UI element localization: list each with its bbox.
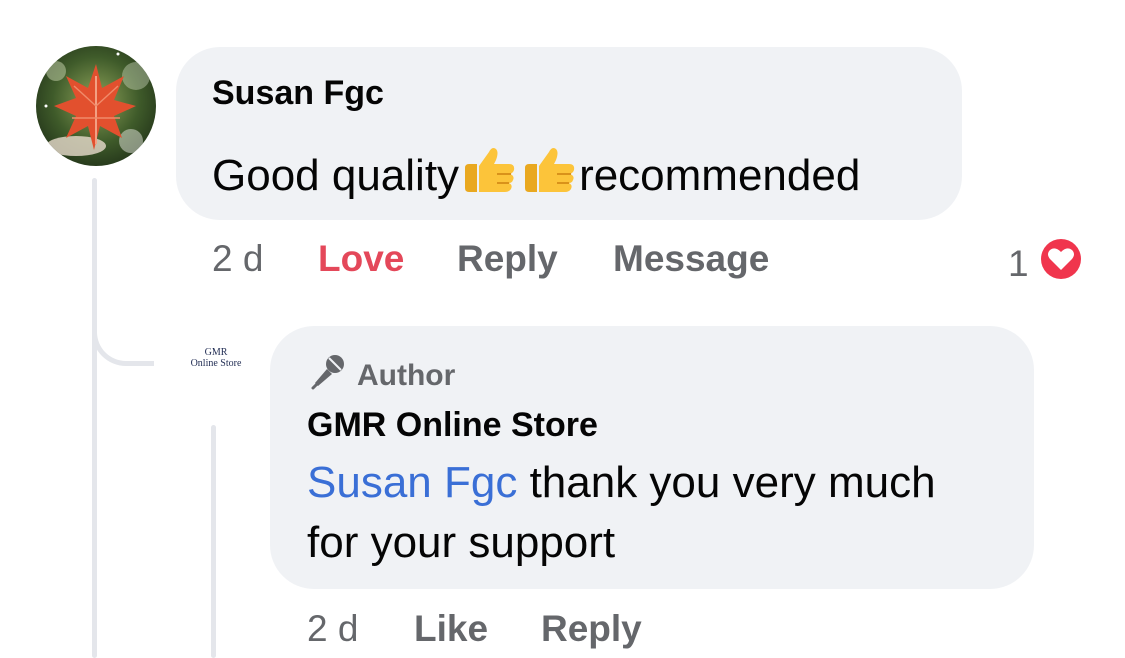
author-badge: Author [307, 352, 455, 400]
like-button[interactable]: Like [414, 608, 488, 650]
heart-icon [1037, 235, 1085, 292]
comment-timestamp[interactable]: 2 d [212, 238, 263, 280]
avatar[interactable] [36, 46, 156, 166]
reaction-count: 1 [1008, 242, 1029, 284]
page-logo-line2: Online Store [190, 358, 242, 369]
comment-text: Good quality recommended [212, 142, 860, 209]
comment-text-after: recommended [579, 151, 861, 200]
page-logo-line1: GMR [204, 347, 228, 358]
mention-link[interactable]: Susan Fgc [307, 458, 517, 507]
reply-text-line2: for your support [307, 518, 616, 567]
message-button[interactable]: Message [613, 238, 769, 280]
comment-text-before: Good quality [212, 151, 460, 200]
reply-text-line1: Susan Fgc thank you very much [307, 458, 936, 508]
reaction-summary[interactable]: 1 [1008, 235, 1085, 292]
reply-button[interactable]: Reply [457, 238, 558, 280]
thumbs-up-emoji [519, 142, 579, 209]
reply-reply-button[interactable]: Reply [541, 608, 642, 650]
reply-author[interactable]: GMR Online Store [307, 406, 598, 445]
avatar-image [36, 46, 156, 166]
reply-text-part1: thank you very much [517, 458, 936, 507]
microphone-icon [307, 352, 347, 400]
love-button[interactable]: Love [318, 238, 404, 280]
reply-thread-line [211, 425, 216, 658]
comment-author[interactable]: Susan Fgc [212, 74, 384, 113]
page-avatar[interactable]: GMR Online Store [180, 347, 252, 369]
thread-line [92, 178, 97, 658]
badge-label: Author [357, 359, 456, 392]
reply-timestamp[interactable]: 2 d [307, 608, 358, 650]
thread-connector [92, 300, 154, 366]
thumbs-up-emoji [459, 142, 519, 209]
